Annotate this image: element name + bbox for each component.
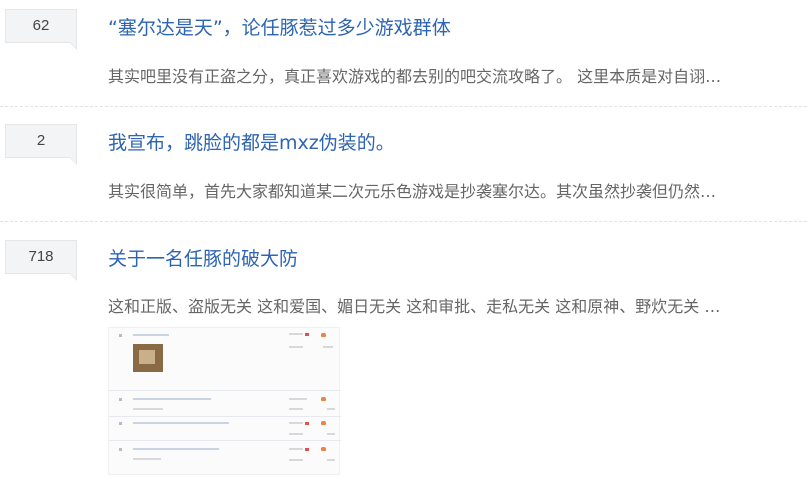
thread-item: 718 关于一名任豚的破大防 这和正版、盗版无关 这和爱国、媚日无关 这和审批、…: [0, 221, 807, 496]
thread-item: 62 “塞尔达是天”，论任豚惹过多少游戏群体 其实吧里没有正盗之分，真正喜欢游戏…: [0, 0, 807, 107]
thread-item: 2 我宣布，跳脸的都是mxz伪装的。 其实很简单，首先大家都知道某二次元乐色游戏…: [0, 106, 807, 222]
thread-abstract: 这和正版、盗版无关 这和爱国、媚日无关 这和审批、走私无关 这和原神、野炊无关 …: [108, 297, 721, 316]
thread-title-link[interactable]: 我宣布，跳脸的都是mxz伪装的。: [108, 128, 395, 155]
thread-abstract: 其实很简单，首先大家都知道某二次元乐色游戏是抄袭塞尔达。其次虽然抄袭但仍然…: [108, 182, 717, 201]
reply-count-badge: 2: [5, 124, 77, 165]
thread-title-link[interactable]: “塞尔达是天”，论任豚惹过多少游戏群体: [108, 13, 451, 40]
reply-count-badge: 62: [5, 9, 77, 50]
reply-count-badge: 718: [5, 240, 77, 281]
thread-title-link[interactable]: 关于一名任豚的破大防: [108, 244, 298, 271]
thread-thumbnail-image[interactable]: [108, 327, 341, 475]
thread-abstract: 其实吧里没有正盗之分，真正喜欢游戏的都去别的吧交流攻略了。 这里本质是对自诩…: [108, 67, 722, 86]
